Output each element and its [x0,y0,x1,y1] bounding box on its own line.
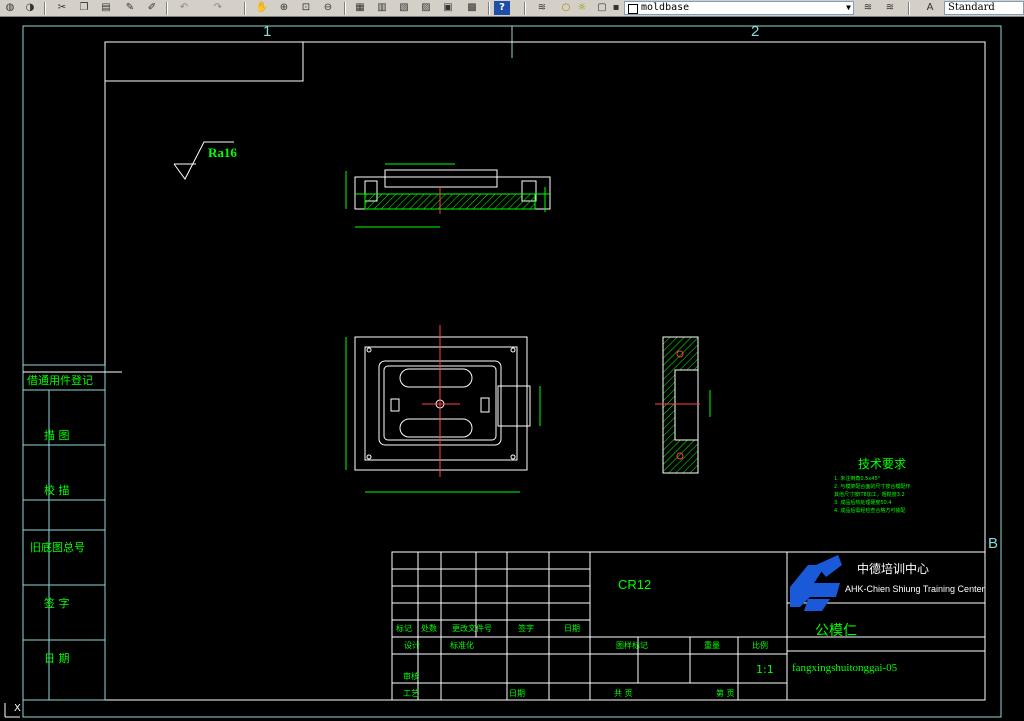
color-swatch-icon[interactable]: ▪ [608,1,624,15]
paste-icon[interactable]: ▤ [98,1,114,15]
rev-header-date: 日期 [564,624,580,633]
text-style-icon[interactable]: A [922,1,938,15]
company-name-cn: 中德培训中心 [857,562,930,576]
zoom-previous-icon[interactable]: ⊖ [320,1,336,15]
sheet-total-label: 共 页 [614,689,633,698]
tech-requirements-title: 技术要求 [858,457,907,471]
make-current-layer-icon[interactable]: ≋ [860,1,876,15]
sun-icon[interactable]: ☼ [574,1,590,15]
properties-icon[interactable]: ▦ [352,1,368,15]
role-design: 设计 [404,641,420,650]
zone-label-1: 1 [263,23,272,40]
side-label-check: 校 描 [44,484,70,497]
zoom-realtime-icon[interactable]: ⊕ [276,1,292,15]
role-standardization: 标准化 [450,641,474,650]
toolbar-separator [166,2,168,15]
rev-header-change-doc: 更改文件号 [452,624,492,633]
material-label: CR12 [618,577,652,592]
cut-icon[interactable]: ✂ [54,1,70,15]
model-space[interactable]: 1 2 B 借通用件登记 描 图 校 描 旧底图总号 签 字 日 期 Ra16 … [0,17,1024,721]
globe-icon[interactable]: ◍ [2,1,18,15]
calculator-icon[interactable]: ▩ [464,1,480,15]
help-icon[interactable]: ? [494,1,510,15]
tech-note: 2. 与模架配合面的尺寸按合模配作 [834,484,911,490]
tech-note: 其他尺寸按IT8加工，粗糙度3.2 [834,492,905,498]
text-style-dropdown[interactable]: Standard [944,1,1024,15]
brush-icon[interactable]: ✐ [144,1,160,15]
part-name: 公模仁 [815,623,857,639]
layers-icon[interactable]: ≋ [534,1,550,15]
undo-icon[interactable]: ↶ [176,1,192,15]
side-label-register: 借通用件登记 [27,374,93,387]
cad-drawing [0,17,1024,721]
toolbar-separator [44,2,46,15]
layer-color-swatch [628,4,638,14]
copy-icon[interactable]: ❐ [76,1,92,15]
toolbar-separator [344,2,346,15]
markup-icon[interactable]: ▣ [440,1,456,15]
redo-icon[interactable]: ↷ [210,1,226,15]
tech-note: 1. 未注倒角0.5x45° [834,476,881,482]
sheet-set-icon[interactable]: ▨ [418,1,434,15]
light-bulb-icon[interactable]: ○ [558,1,574,15]
side-label-trace: 描 图 [44,429,70,442]
standard-toolbar: ◍ ◑ ✂ ❐ ▤ ✎ ✐ ↶ ↷ ✋ ⊕ ⊡ ⊖ ▦ ▥ ▧ ▨ ▣ ▩ ? … [0,0,1024,17]
role-review: 审核 [403,672,419,681]
side-label-sign: 签 字 [44,597,70,610]
zoom-window-icon[interactable]: ⊡ [298,1,314,15]
side-label-old-number: 旧底图总号 [30,541,85,554]
layer-previous-icon[interactable]: ≋ [882,1,898,15]
match-properties-icon[interactable]: ✎ [122,1,138,15]
stage-label: 图样标记 [616,641,648,650]
rev-header-mark: 标记 [396,624,412,633]
toolbar-separator [488,2,490,15]
chevron-down-icon: ▼ [846,3,851,12]
scale-value: 1:1 [756,663,774,676]
design-center-icon[interactable]: ▥ [374,1,390,15]
tech-note: 3. 成品后热处理硬度50.4 [834,500,892,506]
role-process: 工艺 [403,689,419,698]
drawing-number: fangxingshuitonggai-05 [792,662,898,674]
toolbar-separator [244,2,246,15]
layer-dropdown[interactable]: moldbase ▼ [624,1,854,15]
role-date: 日期 [509,689,525,698]
rev-header-count: 处数 [421,624,437,633]
toolbar-separator [908,2,910,15]
weight-label: 重量 [704,641,720,650]
rev-header-sign: 签字 [518,624,534,633]
tech-note: 4. 成品后需经检查合格方可装配 [834,508,906,514]
globe-icon[interactable]: ◑ [22,1,38,15]
company-name-en: AHK-Chien Shiung Training Center [845,584,985,594]
ucs-x-label: X [14,703,21,714]
tool-palettes-icon[interactable]: ▧ [396,1,412,15]
roughness-value: Ra16 [208,145,237,160]
zone-label-2: 2 [751,23,760,40]
layer-name: moldbase [641,2,690,13]
sheet-number-label: 第 页 [716,689,735,698]
pan-icon[interactable]: ✋ [254,1,270,15]
toolbar-separator [524,2,526,15]
zone-label-b: B [988,535,999,552]
scale-label: 比例 [752,641,768,650]
side-label-date: 日 期 [44,652,70,665]
